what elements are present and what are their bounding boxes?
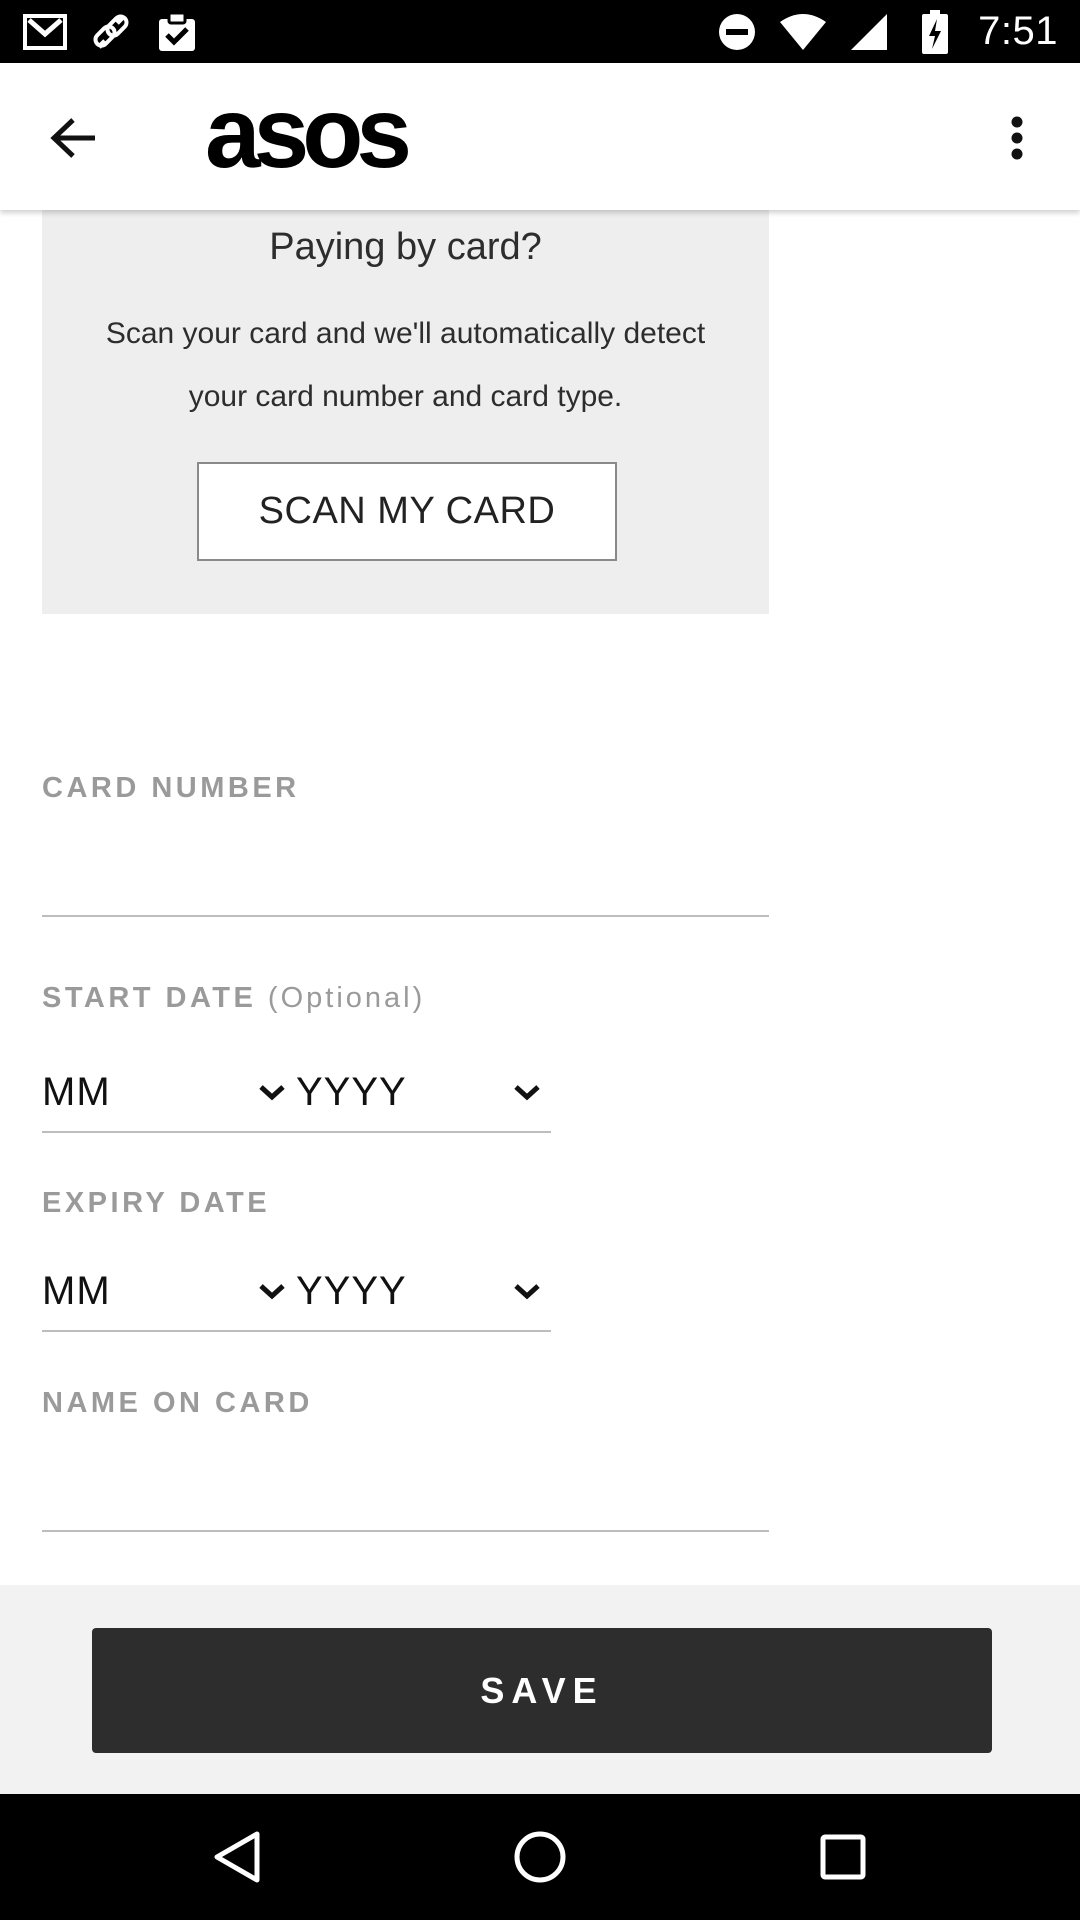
signal-icon — [846, 9, 892, 55]
link-icon — [88, 9, 134, 55]
app-bar: asos — [0, 63, 1080, 210]
status-time: 7:51 — [978, 9, 1058, 53]
card-number-label: CARD NUMBER — [42, 772, 300, 804]
scan-card-panel: Paying by card? Scan your card and we'll… — [42, 210, 769, 614]
nav-recents-button[interactable] — [808, 1822, 878, 1892]
start-month-select[interactable]: MM — [42, 1053, 296, 1133]
nav-home-icon — [514, 1831, 566, 1883]
expiry-month-value: MM — [42, 1268, 111, 1313]
asos-logo: asos — [205, 77, 412, 189]
scan-panel-title: Paying by card? — [269, 226, 542, 268]
scan-desc-line1: Scan your card and we'll automatically d… — [105, 317, 706, 350]
scan-my-card-button[interactable]: SCAN MY CARD — [197, 462, 617, 561]
card-number-input[interactable] — [42, 857, 769, 917]
wifi-icon — [780, 9, 827, 55]
expiry-month-select[interactable]: MM — [42, 1252, 296, 1332]
save-footer: SAVE — [0, 1585, 1080, 1794]
start-year-value: YYYY — [296, 1069, 407, 1114]
name-on-card-label: NAME ON CARD — [42, 1387, 313, 1419]
start-date-label-text: START DATE — [42, 982, 257, 1014]
back-button[interactable] — [38, 103, 108, 173]
nav-recents-icon — [820, 1834, 866, 1880]
chevron-down-icon — [259, 1085, 285, 1101]
nav-home-button[interactable] — [505, 1822, 575, 1892]
clipboard-check-icon — [154, 9, 200, 55]
do-not-disturb-icon — [714, 9, 760, 55]
more-vert-icon — [1011, 116, 1023, 160]
chevron-down-icon — [514, 1085, 540, 1101]
gmail-icon — [22, 9, 68, 55]
status-left-icons — [22, 9, 200, 55]
arrow-back-icon — [50, 118, 95, 158]
expiry-year-select[interactable]: YYYY — [296, 1252, 551, 1332]
overflow-menu-button[interactable] — [982, 103, 1052, 173]
nav-back-button[interactable] — [202, 1822, 272, 1892]
scan-desc-line2: your card number and card type. — [188, 380, 623, 413]
start-date-optional: (Optional) — [267, 982, 426, 1014]
chevron-down-icon — [514, 1284, 540, 1300]
chevron-down-icon — [259, 1284, 285, 1300]
start-month-value: MM — [42, 1069, 111, 1114]
status-right-icons: 7:51 — [714, 9, 1058, 55]
scan-panel-description: Scan your card and we'll automatically d… — [82, 302, 729, 428]
name-on-card-input[interactable] — [42, 1472, 769, 1532]
battery-charging-icon — [912, 9, 958, 55]
system-nav-bar — [0, 1794, 1080, 1920]
expiry-year-value: YYYY — [296, 1268, 407, 1313]
nav-back-icon — [214, 1831, 260, 1883]
expiry-date-label: EXPIRY DATE — [42, 1187, 271, 1219]
status-bar: 7:51 — [0, 0, 1080, 63]
start-year-select[interactable]: YYYY — [296, 1053, 551, 1133]
save-button[interactable]: SAVE — [92, 1628, 992, 1753]
start-date-label: START DATE (Optional) — [42, 982, 425, 1015]
